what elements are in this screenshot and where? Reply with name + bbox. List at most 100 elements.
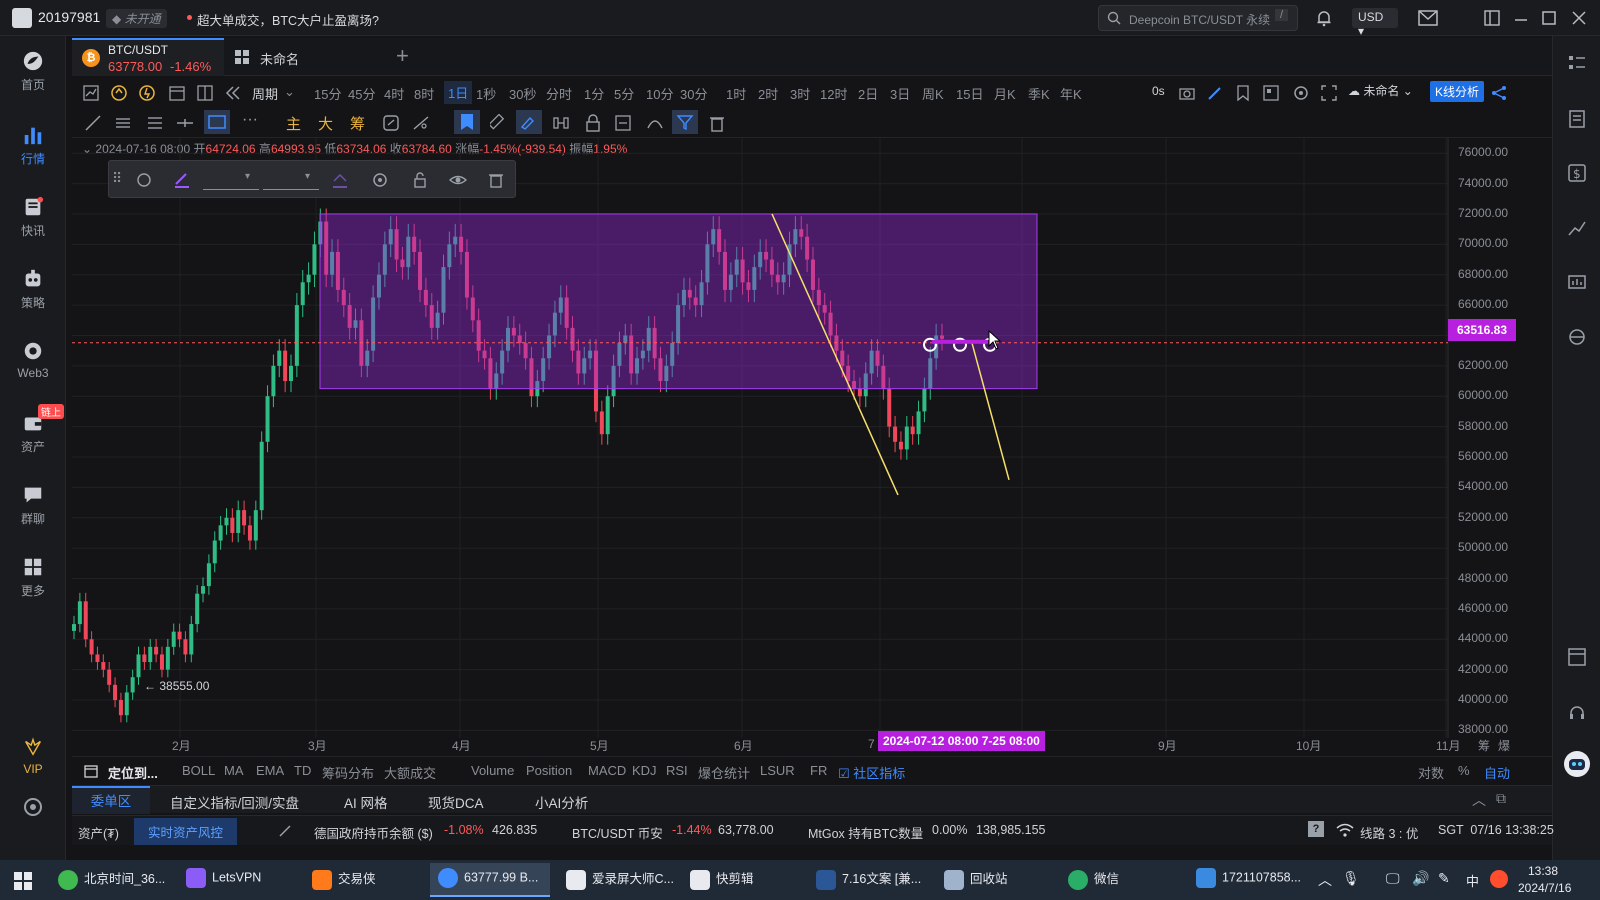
compare-tool-icon[interactable] (552, 114, 570, 132)
calendar-icon[interactable] (168, 84, 186, 102)
ruler-tool-icon[interactable] (490, 114, 508, 132)
loop-tool-icon[interactable] (382, 114, 400, 132)
trash-icon[interactable] (708, 114, 726, 132)
tray-expand-icon[interactable]: ︿ (1318, 870, 1332, 890)
sub-indicator-5[interactable]: 爆仓统计 (698, 763, 750, 782)
timeframe-15[interactable]: 3时 (790, 84, 810, 103)
ime-indicator[interactable]: 中 (1466, 871, 1479, 890)
sidebar-item-more[interactable]: 更多 (0, 556, 66, 599)
drawing-settings-icon[interactable] (371, 171, 389, 189)
panel-icon[interactable] (1568, 648, 1586, 666)
horizontal-line-tool-icon[interactable] (176, 114, 194, 132)
liquidation-toggle[interactable]: 爆 (1498, 737, 1510, 754)
timeframe-2[interactable]: 45分 (348, 84, 375, 103)
sub-indicator-1[interactable]: Position (526, 763, 572, 778)
curve-tool-icon[interactable] (646, 114, 664, 132)
brush-tool-active[interactable] (516, 110, 542, 134)
pen-icon[interactable] (1206, 84, 1224, 102)
main-indicator-2[interactable]: EMA (256, 763, 284, 778)
chip-toggle[interactable]: 筹 (1478, 737, 1490, 754)
timeframe-23[interactable]: 年K (1060, 84, 1082, 103)
hot-icon[interactable] (138, 84, 156, 102)
sidebar-item-news[interactable]: 快讯 (0, 196, 66, 239)
line-color-icon[interactable] (173, 171, 191, 189)
tab-order-area[interactable]: 委单区 (72, 786, 150, 814)
rewind-icon[interactable] (224, 84, 242, 102)
sogou-icon[interactable] (1490, 870, 1508, 888)
main-indicator-4[interactable]: 筹码分布 (322, 763, 374, 782)
tab-btc-usdt[interactable]: ₿ BTC/USDT 63778.00 -1.46% (72, 38, 224, 76)
kline-analysis-button[interactable]: K线分析 (1430, 81, 1485, 102)
vip-button[interactable]: VIP (0, 736, 66, 776)
tab-spot-dca[interactable]: 现货DCA (428, 792, 484, 812)
task-recycle-bin[interactable]: 回收站 (944, 868, 1008, 894)
timeframe-4[interactable]: 8时 (414, 84, 434, 103)
template-icon[interactable] (1262, 84, 1280, 102)
tab-ai-analysis[interactable]: 小AI分析 (535, 792, 588, 812)
timeframe-19[interactable]: 周K (922, 84, 944, 103)
bookmark-icon[interactable] (1234, 84, 1252, 102)
indicator-icon[interactable] (110, 84, 128, 102)
timeframe-12[interactable]: 30分 (680, 84, 707, 103)
task-jiaoyixia[interactable]: 交易侠 (312, 868, 376, 894)
avatar-icon[interactable] (12, 8, 32, 28)
volume-icon[interactable]: 🔊 (1412, 870, 1429, 887)
timeframe-21[interactable]: 月K (994, 84, 1016, 103)
drawing-lock-icon[interactable] (411, 171, 429, 189)
sidebar-item-chat[interactable]: 群聊 (0, 484, 66, 527)
edit-icon[interactable] (278, 824, 292, 838)
tab-unnamed[interactable]: 未命名 (224, 38, 384, 76)
network-icon[interactable] (1568, 328, 1586, 346)
sub-indicator-7[interactable]: FR (810, 763, 827, 778)
lock-drawing-icon[interactable] (584, 114, 602, 132)
window-layout-icon[interactable] (1484, 10, 1500, 26)
verify-badge[interactable]: ◆ 未开通 (106, 9, 167, 28)
currency-select[interactable]: USD ▾ (1352, 8, 1398, 38)
share-icon[interactable] (1490, 84, 1508, 102)
locate-to-button[interactable]: 定位到... (108, 763, 158, 782)
chart-settings-icon[interactable] (1292, 84, 1310, 102)
timeframe-14[interactable]: 2时 (758, 84, 778, 103)
microphone-icon[interactable]: 🎙 (1342, 870, 1360, 887)
headset-icon[interactable] (1568, 704, 1586, 722)
sidebar-item-market[interactable]: 行情 (0, 124, 66, 167)
bell-icon[interactable] (1315, 9, 1333, 27)
add-tab-button[interactable]: + (396, 43, 409, 69)
task-letsvpn[interactable]: LetsVPN (186, 868, 261, 894)
timeframe-22[interactable]: 季K (1028, 84, 1050, 103)
camera-icon[interactable] (1178, 84, 1196, 102)
sidebar-item-web3[interactable]: Web3 (0, 340, 66, 380)
trend-icon[interactable] (1568, 219, 1586, 237)
timeframe-18[interactable]: 3日 (890, 84, 910, 103)
chart-type-icon[interactable] (82, 84, 100, 102)
task-word-doc[interactable]: 7.16文案 [兼... (816, 868, 921, 894)
timeframe-13[interactable]: 1时 (726, 84, 746, 103)
split-view-icon[interactable] (196, 84, 214, 102)
timeframe-6[interactable]: 1秒 (476, 84, 496, 103)
drawing-visibility-icon[interactable] (449, 171, 467, 189)
sub-indicator-4[interactable]: RSI (666, 763, 688, 778)
measure-tool-icon[interactable] (412, 114, 430, 132)
sub-indicator-2[interactable]: MACD (588, 763, 626, 778)
task-image-file[interactable]: 1721107858... (1196, 868, 1301, 894)
fib-tool-icon[interactable] (146, 114, 164, 132)
timeframe-10[interactable]: 5分 (614, 84, 634, 103)
help-icon[interactable]: ? (1308, 821, 1324, 837)
timeframe-9[interactable]: 1分 (584, 84, 604, 103)
fullscreen-icon[interactable] (1320, 84, 1338, 102)
orderbook-icon[interactable] (1568, 110, 1586, 128)
search-box[interactable]: Deepcoin BTC/USDT 永续 / (1098, 5, 1298, 31)
settings-icon[interactable] (22, 796, 44, 818)
task-btc-price[interactable]: 63777.99 B... (430, 863, 550, 897)
mail-icon[interactable] (1418, 10, 1438, 26)
sub-indicator-6[interactable]: LSUR (760, 763, 795, 778)
popout-panel-icon[interactable]: ⧉ (1496, 790, 1506, 807)
assistant-bot-icon[interactable] (1563, 750, 1591, 778)
main-indicator-1[interactable]: MA (224, 763, 244, 778)
windows-start-icon[interactable] (14, 872, 32, 890)
line-style-select[interactable]: ▾ (203, 170, 259, 190)
timeframe-16[interactable]: 12时 (820, 84, 847, 103)
rectangle-tool-active[interactable] (204, 110, 230, 134)
magnet-tool-active[interactable] (454, 110, 480, 134)
scale-auto-toggle[interactable]: 自动 (1484, 763, 1510, 782)
